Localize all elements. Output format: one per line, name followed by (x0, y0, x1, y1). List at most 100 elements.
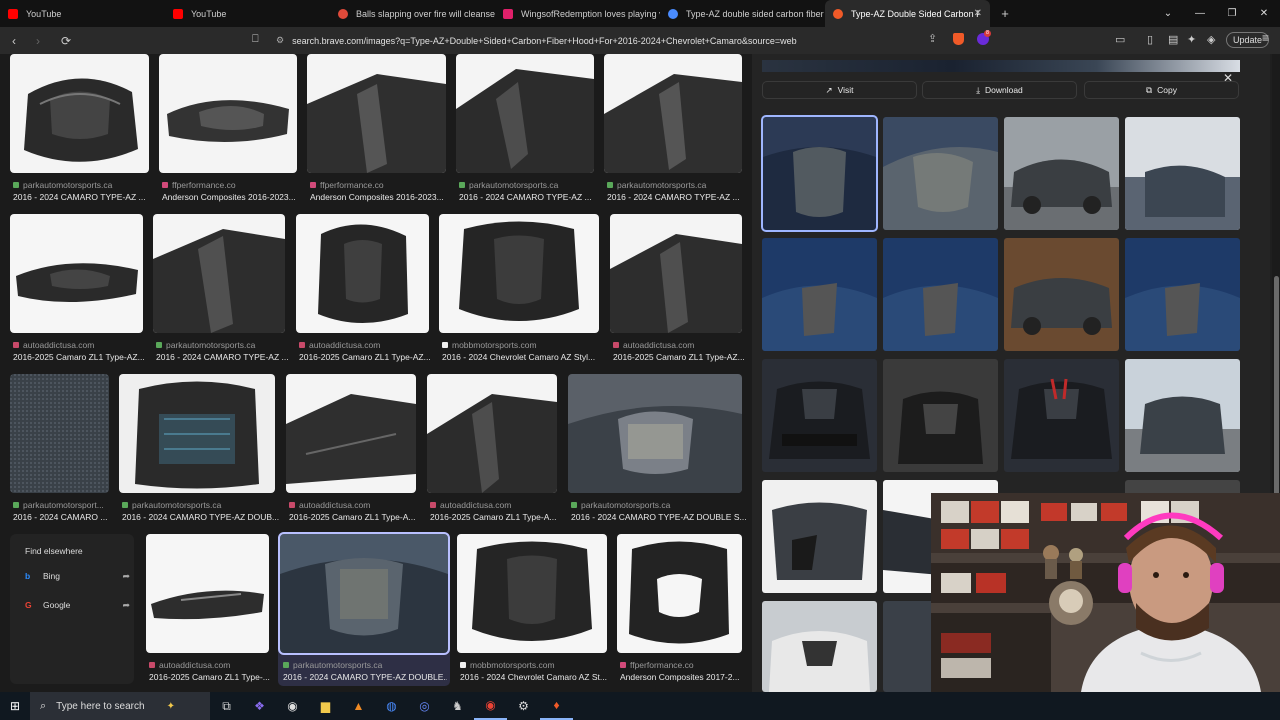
tab-search-icon[interactable]: ⌄ (1152, 8, 1184, 19)
result-card[interactable]: parkautomotorsports.ca 2016 - 2024 CAMAR… (153, 214, 290, 364)
result-thumbnail[interactable] (456, 54, 594, 173)
result-thumbnail[interactable] (427, 374, 557, 493)
related-image[interactable] (762, 480, 877, 593)
result-title[interactable]: 2016 - 2024 CAMARO TYPE-AZ DOUBLE... (283, 672, 447, 682)
result-title[interactable]: 2016 - 2024 CAMARO ... (13, 512, 113, 522)
result-card[interactable]: ffperformance.co Anderson Composites 201… (307, 54, 447, 204)
result-card[interactable]: parkautomotorsports.ca 2016 - 2024 CAMAR… (604, 54, 744, 204)
result-source[interactable]: autoaddictusa.com (149, 660, 230, 670)
result-title[interactable]: 2016 - 2024 CAMARO TYPE-AZ DOUB... (122, 512, 280, 522)
result-thumbnail[interactable] (286, 374, 416, 493)
maximize-button[interactable]: ❐ (1216, 8, 1248, 19)
tab-youtube-1[interactable]: YouTube (0, 0, 165, 27)
result-title[interactable]: Anderson Composites 2016-2023... (310, 192, 450, 202)
result-card[interactable]: autoaddictusa.com 2016-2025 Camaro ZL1 T… (610, 214, 745, 364)
windows-start-icon[interactable]: ⊞ (0, 699, 30, 713)
tab-balls-video[interactable]: Balls slapping over fire will cleanse y (330, 0, 495, 27)
result-title[interactable]: Anderson Composites 2016-2023... (162, 192, 302, 202)
result-source[interactable]: parkautomotorsports.ca (156, 340, 255, 350)
result-card[interactable]: autoaddictusa.com 2016-2025 Camaro ZL1 T… (10, 214, 147, 364)
reload-icon[interactable]: ⟳ (56, 34, 76, 48)
result-title[interactable]: 2016-2025 Camaro ZL1 Type-A... (430, 512, 562, 522)
result-card[interactable]: autoaddictusa.com 2016-2025 Camaro ZL1 T… (296, 214, 433, 364)
find-bing-link[interactable]: b Bing ➦ (25, 568, 130, 584)
related-image[interactable] (762, 359, 877, 472)
result-thumbnail[interactable] (604, 54, 742, 173)
result-source[interactable]: parkautomotorsports.ca (122, 500, 221, 510)
close-tab-icon[interactable]: ✕ (974, 8, 982, 19)
taskbar-search[interactable]: ⌕ Type here to search ✦ (30, 692, 210, 720)
wallet-icon[interactable]: ▤ (1168, 33, 1178, 46)
result-source[interactable]: parkautomotorsports.ca (571, 500, 670, 510)
result-card[interactable]: parkautomotorsports.ca 2016 - 2024 CAMAR… (568, 374, 747, 524)
related-image[interactable] (1125, 117, 1240, 230)
close-window-button[interactable]: ✕ (1248, 8, 1280, 19)
file-explorer-icon[interactable]: ▆ (309, 692, 342, 720)
result-thumbnail[interactable] (146, 534, 269, 653)
result-source[interactable]: ffperformance.co (620, 660, 694, 670)
menu-icon[interactable]: ≡ (1262, 31, 1269, 45)
result-thumbnail[interactable] (307, 54, 446, 173)
address-bar[interactable]: ⚙ search.brave.com/images?q=Type-AZ+Doub… (276, 32, 996, 49)
result-source[interactable]: autoaddictusa.com (13, 340, 94, 350)
visit-button[interactable]: ↗ Visit (762, 81, 917, 99)
result-thumbnail[interactable] (10, 54, 149, 173)
sidebar-icon[interactable]: ▯ (1147, 33, 1153, 46)
obs-icon[interactable]: ◉ (276, 692, 309, 720)
result-source[interactable]: ffperformance.co (310, 180, 384, 190)
related-image[interactable] (1125, 238, 1240, 351)
brave-shields-icon[interactable] (953, 33, 964, 45)
result-source[interactable]: parkautomotorsports.ca (607, 180, 706, 190)
download-button[interactable]: ⤓ Download (922, 81, 1077, 99)
result-source[interactable]: autoaddictusa.com (289, 500, 370, 510)
share-icon[interactable]: ⇪ (928, 32, 937, 45)
result-card-selected[interactable]: parkautomotorsports.ca 2016 - 2024 CAMAR… (278, 532, 450, 686)
copy-button[interactable]: ⧉ Copy (1084, 81, 1239, 99)
related-image[interactable] (762, 238, 877, 351)
settings-icon[interactable]: ⚙ (507, 692, 540, 720)
result-title[interactable]: 2016-2025 Camaro ZL1 Type-AZ... (299, 352, 433, 362)
related-image[interactable] (883, 117, 998, 230)
result-source[interactable]: parkautomotorsport... (13, 500, 104, 510)
forward-icon[interactable]: › (28, 34, 48, 48)
app-icon-blue[interactable]: ◍ (375, 692, 408, 720)
result-title[interactable]: 2016 - 2024 CAMARO TYPE-AZ ... (607, 192, 747, 202)
back-icon[interactable]: ‹ (4, 34, 24, 48)
result-thumbnail[interactable] (617, 534, 742, 653)
tab-type-az-images[interactable]: Type-AZ Double Sided Carbon F ✕ (825, 0, 990, 27)
result-card[interactable]: mobbmotorsports.com 2016 - 2024 Chevrole… (457, 534, 609, 684)
leo-icon[interactable]: ✦ (1187, 33, 1196, 46)
vpn-icon[interactable]: ◈ (1207, 33, 1215, 46)
result-source[interactable]: mobbmotorsports.com (460, 660, 555, 670)
result-thumbnail[interactable] (439, 214, 599, 333)
result-source[interactable]: parkautomotorsports.ca (13, 180, 112, 190)
brave-taskbar-icon[interactable]: ♦ (540, 692, 573, 720)
result-title[interactable]: 2016-2025 Camaro ZL1 Type-AZ... (13, 352, 147, 362)
result-card[interactable]: mobbmotorsports.com 2016 - 2024 Chevrole… (439, 214, 601, 364)
result-source[interactable]: ffperformance.co (162, 180, 236, 190)
result-card[interactable]: parkautomotorsports.ca 2016 - 2024 CAMAR… (10, 54, 150, 204)
result-card[interactable]: autoaddictusa.com 2016-2025 Camaro ZL1 T… (146, 534, 270, 684)
result-title[interactable]: 2016 - 2024 CAMARO TYPE-AZ ... (459, 192, 599, 202)
minimize-button[interactable]: — (1184, 8, 1216, 19)
app-icon-telegram[interactable]: ◎ (408, 692, 441, 720)
bookmark-icon[interactable]: ⎕ (252, 33, 259, 46)
result-source[interactable]: mobbmotorsports.com (442, 340, 537, 350)
result-card[interactable]: ffperformance.co Anderson Composites 201… (159, 54, 299, 204)
result-card[interactable]: autoaddictusa.com 2016-2025 Camaro ZL1 T… (286, 374, 418, 524)
tab-wings[interactable]: WingsofRedemption loves playing vi (495, 0, 660, 27)
result-thumbnail[interactable] (296, 214, 429, 333)
related-image[interactable] (762, 601, 877, 692)
result-thumbnail[interactable] (457, 534, 607, 653)
result-thumbnail[interactable] (10, 214, 143, 333)
result-source[interactable]: parkautomotorsports.ca (459, 180, 558, 190)
related-image[interactable] (761, 115, 878, 232)
result-title[interactable]: 2016 - 2024 CAMARO TYPE-AZ ... (156, 352, 290, 362)
chrome-icon[interactable]: ◉ (474, 692, 507, 720)
related-image[interactable] (1125, 359, 1240, 472)
result-thumbnail[interactable] (159, 54, 297, 173)
related-image[interactable] (883, 359, 998, 472)
result-thumbnail[interactable] (568, 374, 742, 493)
result-thumbnail[interactable] (119, 374, 275, 493)
new-tab-button[interactable]: + (990, 6, 1020, 21)
